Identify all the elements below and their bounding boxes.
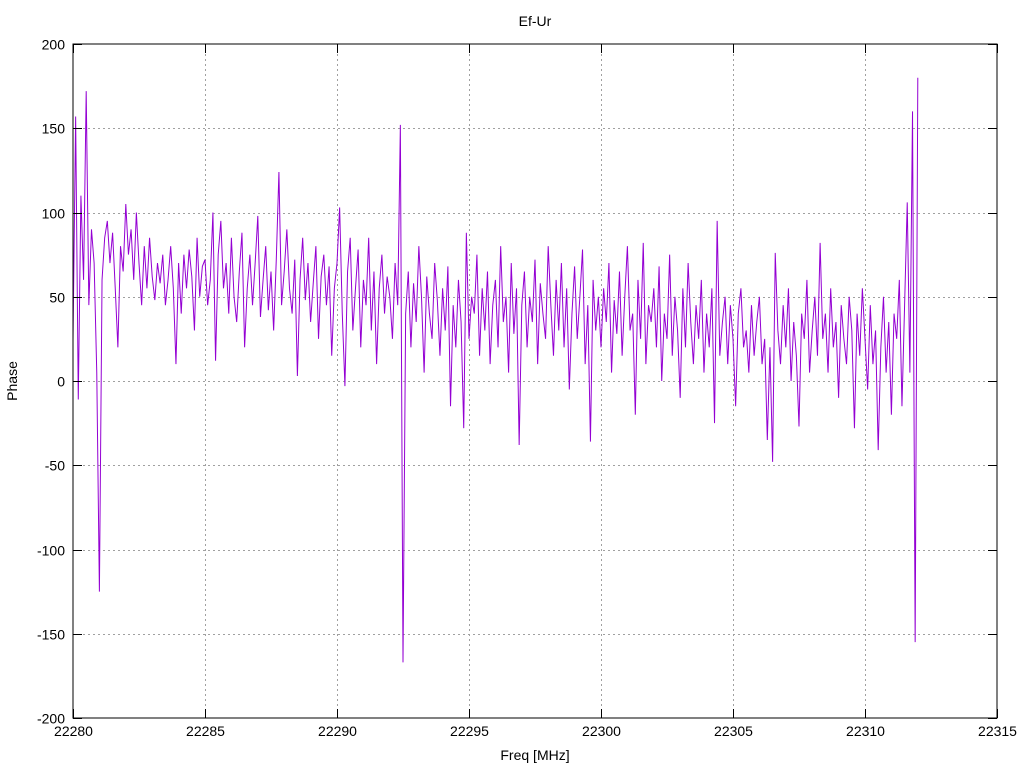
y-tick-label: -200 (37, 711, 65, 727)
x-axis-label: Freq [MHz] (500, 747, 569, 763)
y-tick-labels: -200 -150 -100 -50 0 50 100 150 200 (37, 37, 65, 727)
y-tick-label: 200 (42, 37, 66, 53)
y-tick-label: -100 (37, 543, 65, 559)
y-tick-label: 50 (49, 290, 65, 306)
y-tick-label: -150 (37, 627, 65, 643)
series-line (73, 78, 918, 663)
x-tick-label: 22305 (714, 723, 753, 739)
x-tick-label: 22295 (450, 723, 489, 739)
series-layer (73, 78, 918, 663)
y-axis-label: Phase (4, 361, 20, 401)
grid (73, 44, 997, 718)
x-tick-label: 22300 (582, 723, 621, 739)
x-tick-label: 22285 (186, 723, 225, 739)
x-tick-labels: 2228022285222902229522300223052231022315 (54, 723, 1017, 739)
y-tick-label: -50 (45, 458, 65, 474)
x-tick-label: 22315 (978, 723, 1017, 739)
y-tick-label: 100 (42, 206, 66, 222)
phase-chart: 2228022285222902229522300223052231022315… (0, 0, 1024, 768)
x-tick-label: 22290 (318, 723, 357, 739)
x-tick-label: 22310 (846, 723, 885, 739)
y-tick-label: 0 (57, 374, 65, 390)
y-tick-label: 150 (42, 121, 66, 137)
chart-title: Ef-Ur (519, 13, 552, 29)
